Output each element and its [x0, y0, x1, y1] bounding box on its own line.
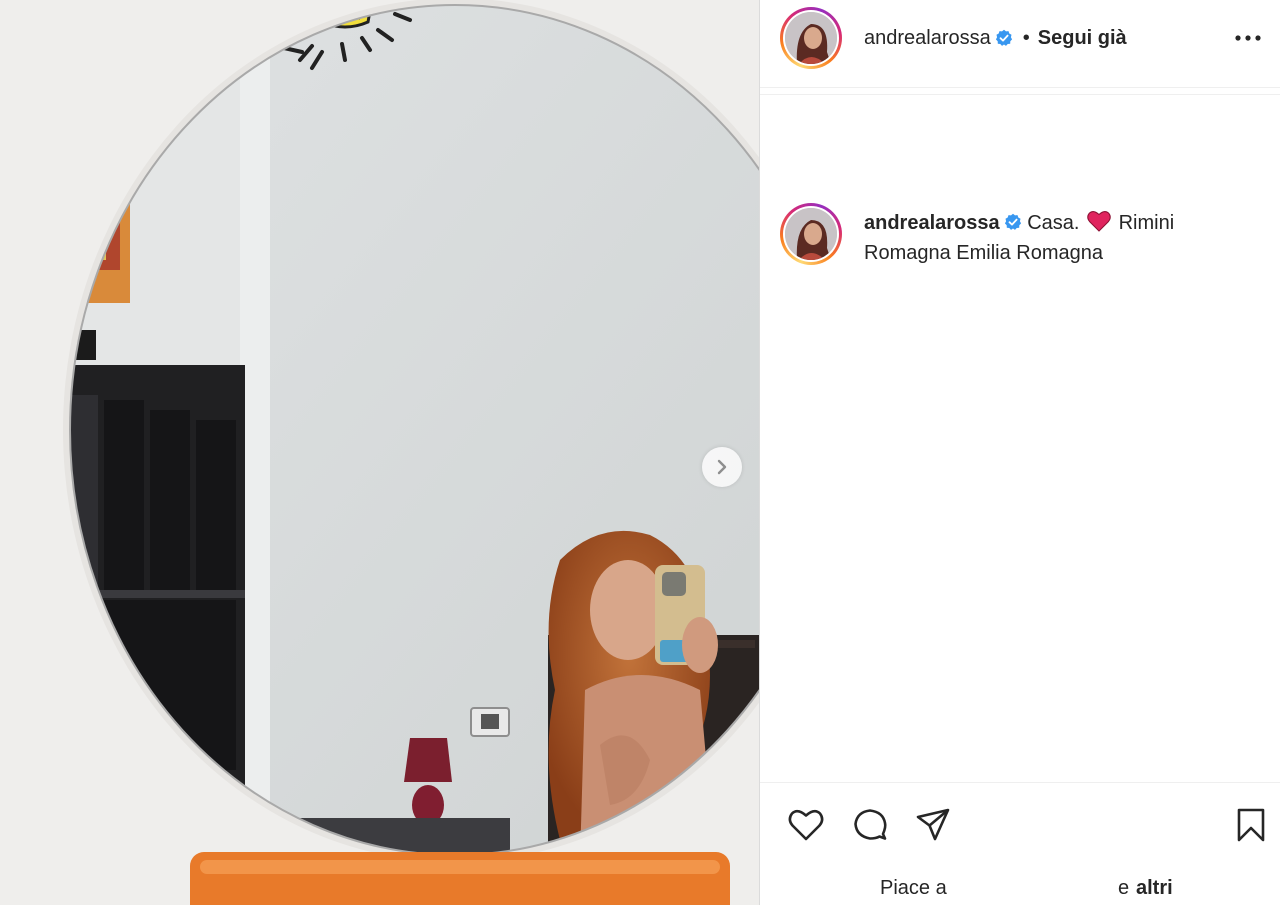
comment-button[interactable]: [850, 805, 890, 845]
save-button[interactable]: [1231, 805, 1271, 845]
likes-prefix: Piace a: [880, 877, 947, 899]
like-button[interactable]: [786, 805, 826, 845]
more-horizontal-icon: [1235, 35, 1261, 41]
share-button[interactable]: [913, 805, 953, 845]
likes-others-link[interactable]: altri: [1136, 877, 1173, 900]
verified-badge-icon: [995, 29, 1012, 46]
avatar: [785, 12, 837, 64]
likes-summary: Piace a e altri: [760, 877, 1280, 905]
red-heart-emoji-icon: [1087, 211, 1111, 232]
heart-outline-icon: [788, 809, 824, 841]
follow-button[interactable]: Segui già: [1038, 27, 1127, 50]
post-caption: andrealarossa Casa. Rimini Romagna Emili…: [864, 208, 1214, 268]
avatar: [785, 208, 837, 260]
post-actions: Piace a e altri: [760, 782, 1280, 905]
likes-conjunction: e: [1118, 877, 1130, 899]
verified-badge-icon: [1004, 213, 1021, 230]
header-username[interactable]: andrealarossa: [864, 27, 991, 50]
more-options-button[interactable]: [1232, 24, 1264, 52]
post-media[interactable]: [0, 0, 759, 905]
caption-text-start: Casa.: [1027, 212, 1080, 234]
bookmark-icon: [1237, 808, 1265, 842]
post-side-panel: andrealarossa • Segui già andrealarossa …: [759, 0, 1280, 905]
author-avatar[interactable]: [780, 7, 842, 69]
header-separator: •: [1022, 26, 1030, 49]
header-line: andrealarossa • Segui già: [864, 24, 1127, 52]
paper-plane-icon: [916, 808, 950, 841]
header-divider: [760, 94, 1280, 95]
comment-bubble-icon: [854, 809, 887, 840]
post-header: andrealarossa • Segui già: [760, 0, 1280, 95]
chevron-right-icon: [717, 459, 727, 475]
caption-username[interactable]: andrealarossa: [864, 212, 1000, 234]
next-slide-button[interactable]: [702, 447, 742, 487]
post-photo: [0, 0, 759, 905]
caption-avatar[interactable]: [780, 203, 842, 265]
